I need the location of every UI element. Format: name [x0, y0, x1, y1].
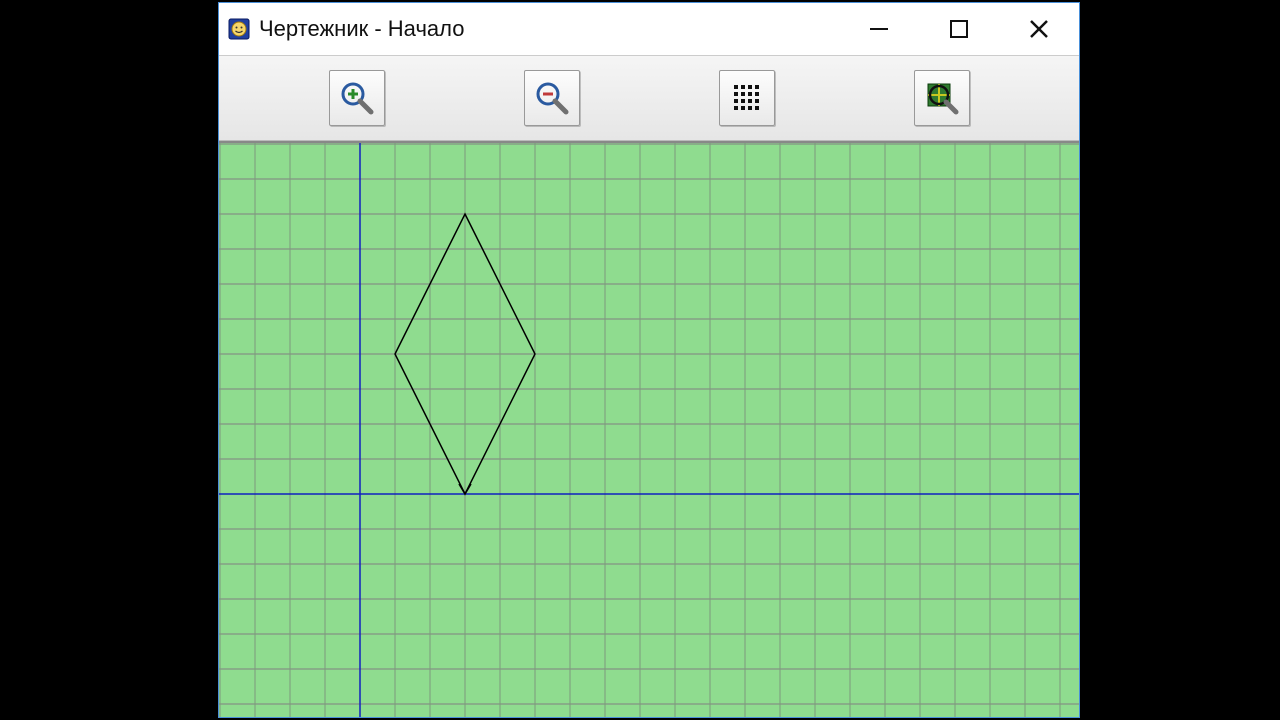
zoom-out-icon	[532, 78, 572, 118]
window-title: Чертежник - Начало	[259, 16, 464, 42]
maximize-icon	[948, 18, 970, 40]
zoom-out-button[interactable]	[524, 70, 580, 126]
close-button[interactable]	[999, 3, 1079, 55]
titlebar[interactable]: Чертежник - Начало	[219, 3, 1079, 55]
drawing-canvas[interactable]	[219, 141, 1079, 717]
fit-view-icon	[922, 78, 962, 118]
minimize-button[interactable]	[839, 3, 919, 55]
fit-view-button[interactable]	[914, 70, 970, 126]
minimize-icon	[866, 16, 892, 42]
grid-icon	[730, 81, 764, 115]
zoom-in-icon	[337, 78, 377, 118]
app-window: Чертежник - Начало	[218, 2, 1080, 718]
app-icon	[227, 17, 251, 41]
grid-toggle-button[interactable]	[719, 70, 775, 126]
close-icon	[1027, 17, 1051, 41]
maximize-button[interactable]	[919, 3, 999, 55]
toolbar	[219, 55, 1079, 141]
zoom-in-button[interactable]	[329, 70, 385, 126]
window-controls	[839, 3, 1079, 55]
